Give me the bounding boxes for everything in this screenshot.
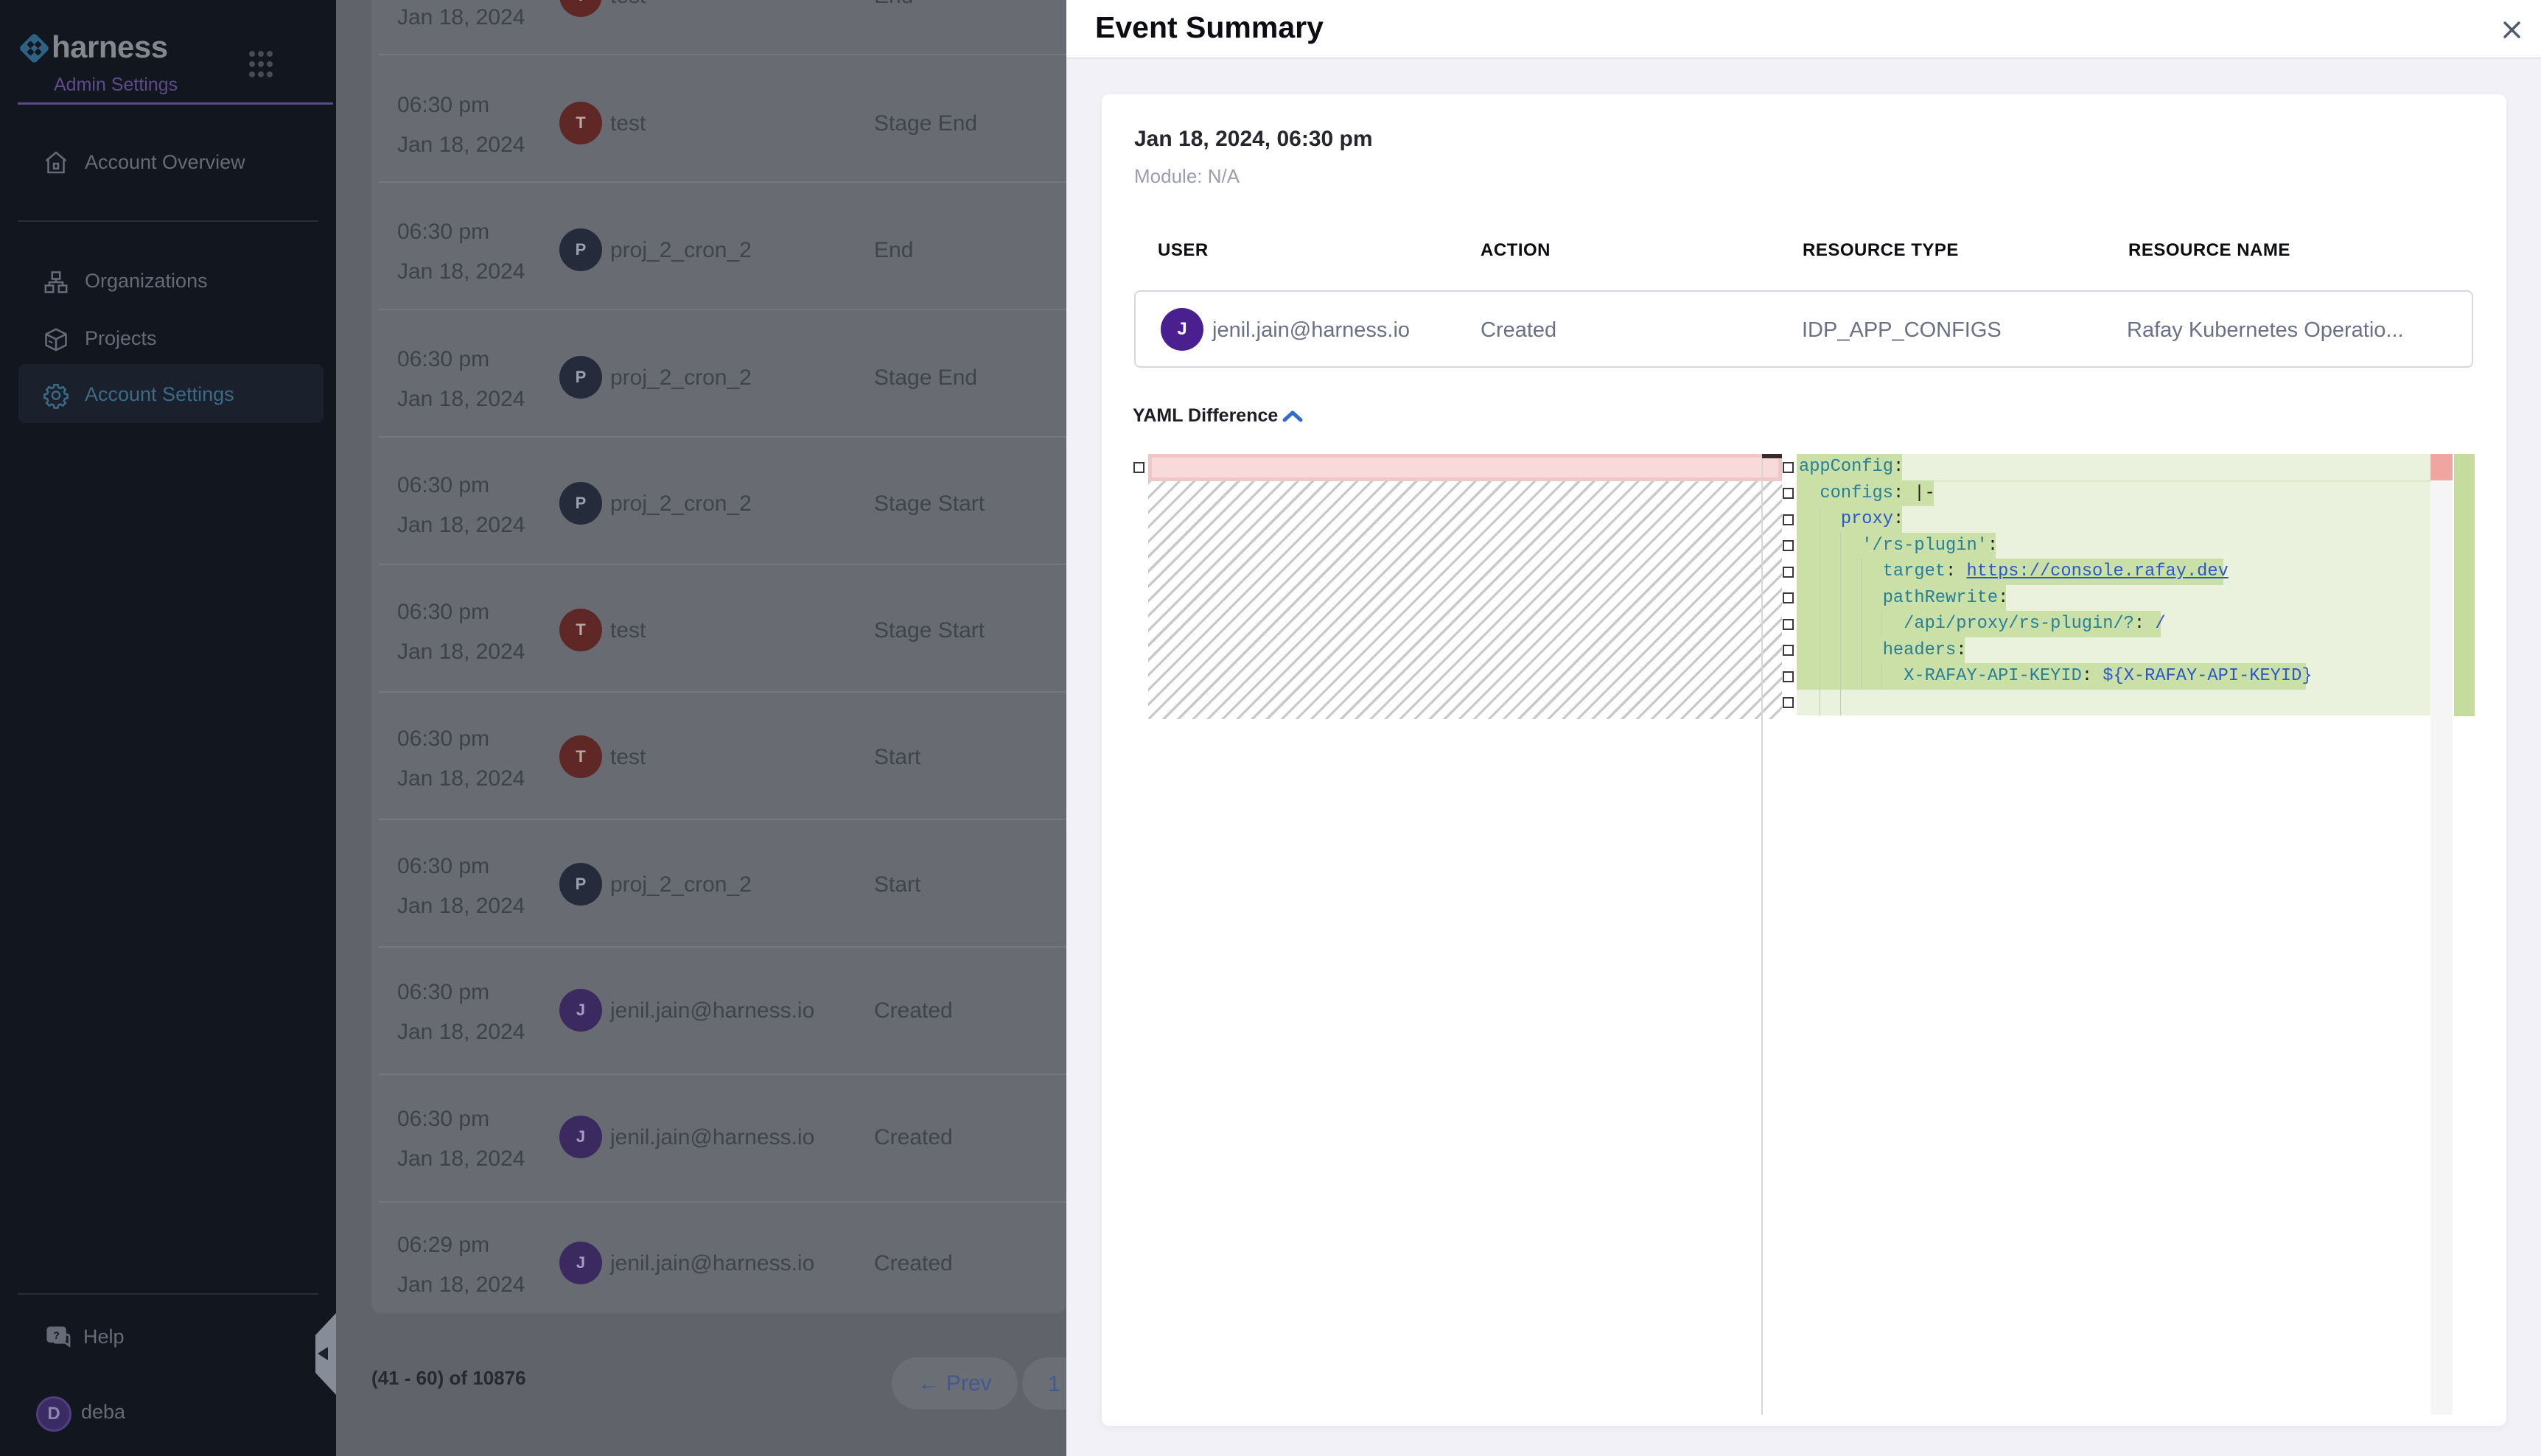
svg-text:?: ? (53, 1330, 60, 1342)
